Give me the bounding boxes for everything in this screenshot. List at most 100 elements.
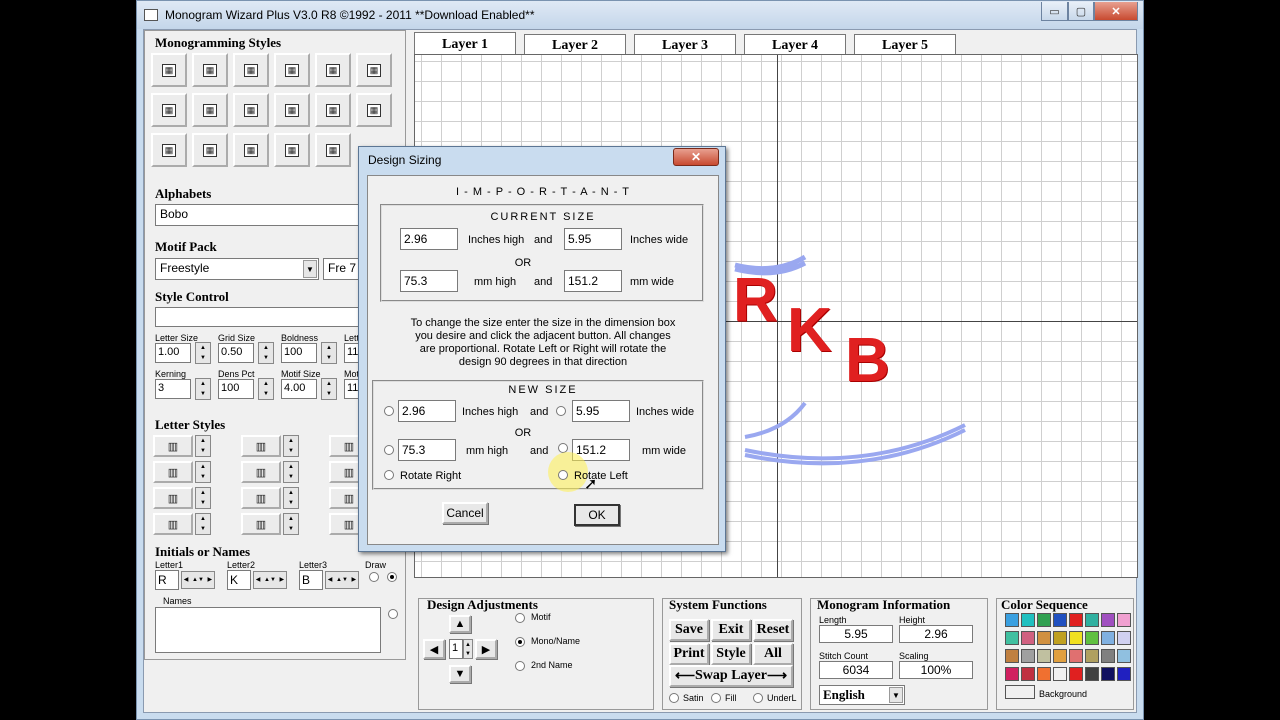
letter-field[interactable]: K bbox=[227, 570, 251, 590]
monogram-style-button[interactable]: ▦ bbox=[233, 93, 269, 127]
cancel-button[interactable]: Cancel bbox=[442, 502, 488, 524]
color-swatch[interactable] bbox=[1069, 631, 1083, 645]
ok-button[interactable]: OK bbox=[574, 504, 620, 526]
stitch-type-radio[interactable] bbox=[753, 693, 763, 703]
param-value-field[interactable]: 100 bbox=[281, 343, 317, 363]
draw-radio-2[interactable] bbox=[387, 572, 397, 582]
tab-layer-5[interactable]: Layer 5 bbox=[854, 34, 956, 56]
color-swatch[interactable] bbox=[1053, 613, 1067, 627]
stitch-type-radio[interactable] bbox=[711, 693, 721, 703]
letter-style-button[interactable]: ▥ bbox=[153, 461, 193, 483]
color-swatch[interactable] bbox=[1085, 667, 1099, 681]
monogram-style-button[interactable]: ▦ bbox=[233, 53, 269, 87]
letter-style-button[interactable]: ▥ bbox=[241, 487, 281, 509]
monogram-style-button[interactable]: ▦ bbox=[274, 53, 310, 87]
move-up-button[interactable]: ▲ bbox=[449, 615, 471, 633]
letter-style-spinner[interactable]: ▲▼ bbox=[195, 487, 211, 509]
letter-style-spinner[interactable]: ▲▼ bbox=[283, 513, 299, 535]
dialog-close-button[interactable]: ✕ bbox=[673, 148, 719, 166]
stitch-type-radio[interactable] bbox=[669, 693, 679, 703]
letter-style-button[interactable]: ▥ bbox=[153, 487, 193, 509]
color-swatch[interactable] bbox=[1005, 667, 1019, 681]
color-swatch[interactable] bbox=[1117, 613, 1131, 627]
param-spinner[interactable]: ▲ ▼ bbox=[258, 342, 274, 364]
adjust-option-radio[interactable] bbox=[515, 613, 525, 623]
color-swatch[interactable] bbox=[1101, 667, 1115, 681]
monogram-style-button[interactable]: ▦ bbox=[151, 53, 187, 87]
letter-style-spinner[interactable]: ▲▼ bbox=[195, 461, 211, 483]
letter-field[interactable]: R bbox=[155, 570, 179, 590]
step-spinner[interactable]: ▲ ▼ bbox=[463, 639, 473, 659]
letter-style-button[interactable]: ▥ bbox=[153, 513, 193, 535]
letter-style-button[interactable]: ▥ bbox=[241, 461, 281, 483]
canvas-letter-2[interactable]: K bbox=[787, 295, 832, 366]
color-swatch[interactable] bbox=[1069, 649, 1083, 663]
color-swatch[interactable] bbox=[1021, 649, 1035, 663]
reset-button[interactable]: Reset bbox=[753, 619, 793, 641]
title-bar[interactable]: Monogram Wizard Plus V3.0 R8 ©1992 - 201… bbox=[137, 1, 1143, 29]
param-value-field[interactable]: 0.50 bbox=[218, 343, 254, 363]
color-swatch[interactable] bbox=[1021, 613, 1035, 627]
canvas-letter-3[interactable]: B bbox=[845, 325, 890, 396]
all-button[interactable]: All bbox=[753, 643, 793, 665]
param-spinner[interactable]: ▲ ▼ bbox=[195, 342, 211, 364]
letter-style-spinner[interactable]: ▲▼ bbox=[195, 435, 211, 457]
param-value-field[interactable]: 4.00 bbox=[281, 379, 317, 399]
color-swatch[interactable] bbox=[1117, 649, 1131, 663]
monogram-style-button[interactable]: ▦ bbox=[192, 93, 228, 127]
background-swatch[interactable] bbox=[1005, 685, 1035, 699]
chevron-down-icon[interactable]: ▼ bbox=[889, 687, 903, 703]
color-swatch[interactable] bbox=[1101, 613, 1115, 627]
monogram-style-button[interactable]: ▦ bbox=[274, 133, 310, 167]
tab-layer-3[interactable]: Layer 3 bbox=[634, 34, 736, 56]
monogram-style-button[interactable]: ▦ bbox=[233, 133, 269, 167]
param-value-field[interactable]: 3 bbox=[155, 379, 191, 399]
rotate-left-label[interactable]: Rotate Left bbox=[574, 470, 628, 482]
color-swatch[interactable] bbox=[1021, 631, 1035, 645]
monogram-style-button[interactable]: ▦ bbox=[192, 53, 228, 87]
canvas-letter-1[interactable]: R bbox=[733, 265, 778, 336]
monogram-style-button[interactable]: ▦ bbox=[192, 133, 228, 167]
param-spinner[interactable]: ▲ ▼ bbox=[258, 378, 274, 400]
monogram-style-button[interactable]: ▦ bbox=[151, 133, 187, 167]
tab-layer-4[interactable]: Layer 4 bbox=[744, 34, 846, 56]
new-inches-wide-radio[interactable] bbox=[556, 406, 566, 416]
color-swatch[interactable] bbox=[1069, 613, 1083, 627]
monogram-style-button[interactable]: ▦ bbox=[274, 93, 310, 127]
param-value-field[interactable]: 100 bbox=[218, 379, 254, 399]
letter-style-spinner[interactable]: ▲▼ bbox=[283, 487, 299, 509]
letter-style-spinner[interactable]: ▲▼ bbox=[283, 461, 299, 483]
letter-spinner[interactable]: ◀ ▲▼ ▶ bbox=[325, 571, 359, 589]
move-down-button[interactable]: ▼ bbox=[449, 665, 471, 683]
color-swatch[interactable] bbox=[1117, 667, 1131, 681]
color-swatch[interactable] bbox=[1085, 631, 1099, 645]
color-swatch[interactable] bbox=[1101, 631, 1115, 645]
maximize-button[interactable]: ▢ bbox=[1068, 2, 1094, 21]
motif-pack-select[interactable]: Freestyle bbox=[155, 258, 319, 280]
letter-spinner[interactable]: ◀ ▲▼ ▶ bbox=[181, 571, 215, 589]
param-spinner[interactable]: ▲ ▼ bbox=[321, 378, 337, 400]
color-swatch[interactable] bbox=[1005, 631, 1019, 645]
letter-style-spinner[interactable]: ▲▼ bbox=[283, 435, 299, 457]
color-swatch[interactable] bbox=[1101, 649, 1115, 663]
letter-spinner[interactable]: ◀ ▲▼ ▶ bbox=[253, 571, 287, 589]
monogram-style-button[interactable]: ▦ bbox=[151, 93, 187, 127]
step-value-field[interactable]: 1 bbox=[449, 639, 463, 659]
print-button[interactable]: Print bbox=[669, 643, 709, 665]
color-swatch[interactable] bbox=[1005, 649, 1019, 663]
color-swatch[interactable] bbox=[1053, 649, 1067, 663]
draw-radio-1[interactable] bbox=[369, 572, 379, 582]
monogram-style-button[interactable]: ▦ bbox=[315, 93, 351, 127]
monogram-style-button[interactable]: ▦ bbox=[315, 133, 351, 167]
adjust-option-radio[interactable] bbox=[515, 637, 525, 647]
new-inches-wide-field[interactable]: 5.95 bbox=[572, 400, 630, 422]
swap-layer-button[interactable]: ⟵ Swap Layer ⟶ bbox=[669, 665, 793, 687]
param-spinner[interactable]: ▲ ▼ bbox=[321, 342, 337, 364]
minimize-button[interactable]: ▭ bbox=[1041, 2, 1068, 21]
style-button[interactable]: Style bbox=[711, 643, 751, 665]
names-textarea[interactable] bbox=[155, 607, 381, 653]
param-spinner[interactable]: ▲ ▼ bbox=[195, 378, 211, 400]
rotate-right-radio[interactable] bbox=[384, 470, 394, 480]
rotate-left-radio[interactable] bbox=[558, 470, 568, 480]
color-swatch[interactable] bbox=[1005, 613, 1019, 627]
